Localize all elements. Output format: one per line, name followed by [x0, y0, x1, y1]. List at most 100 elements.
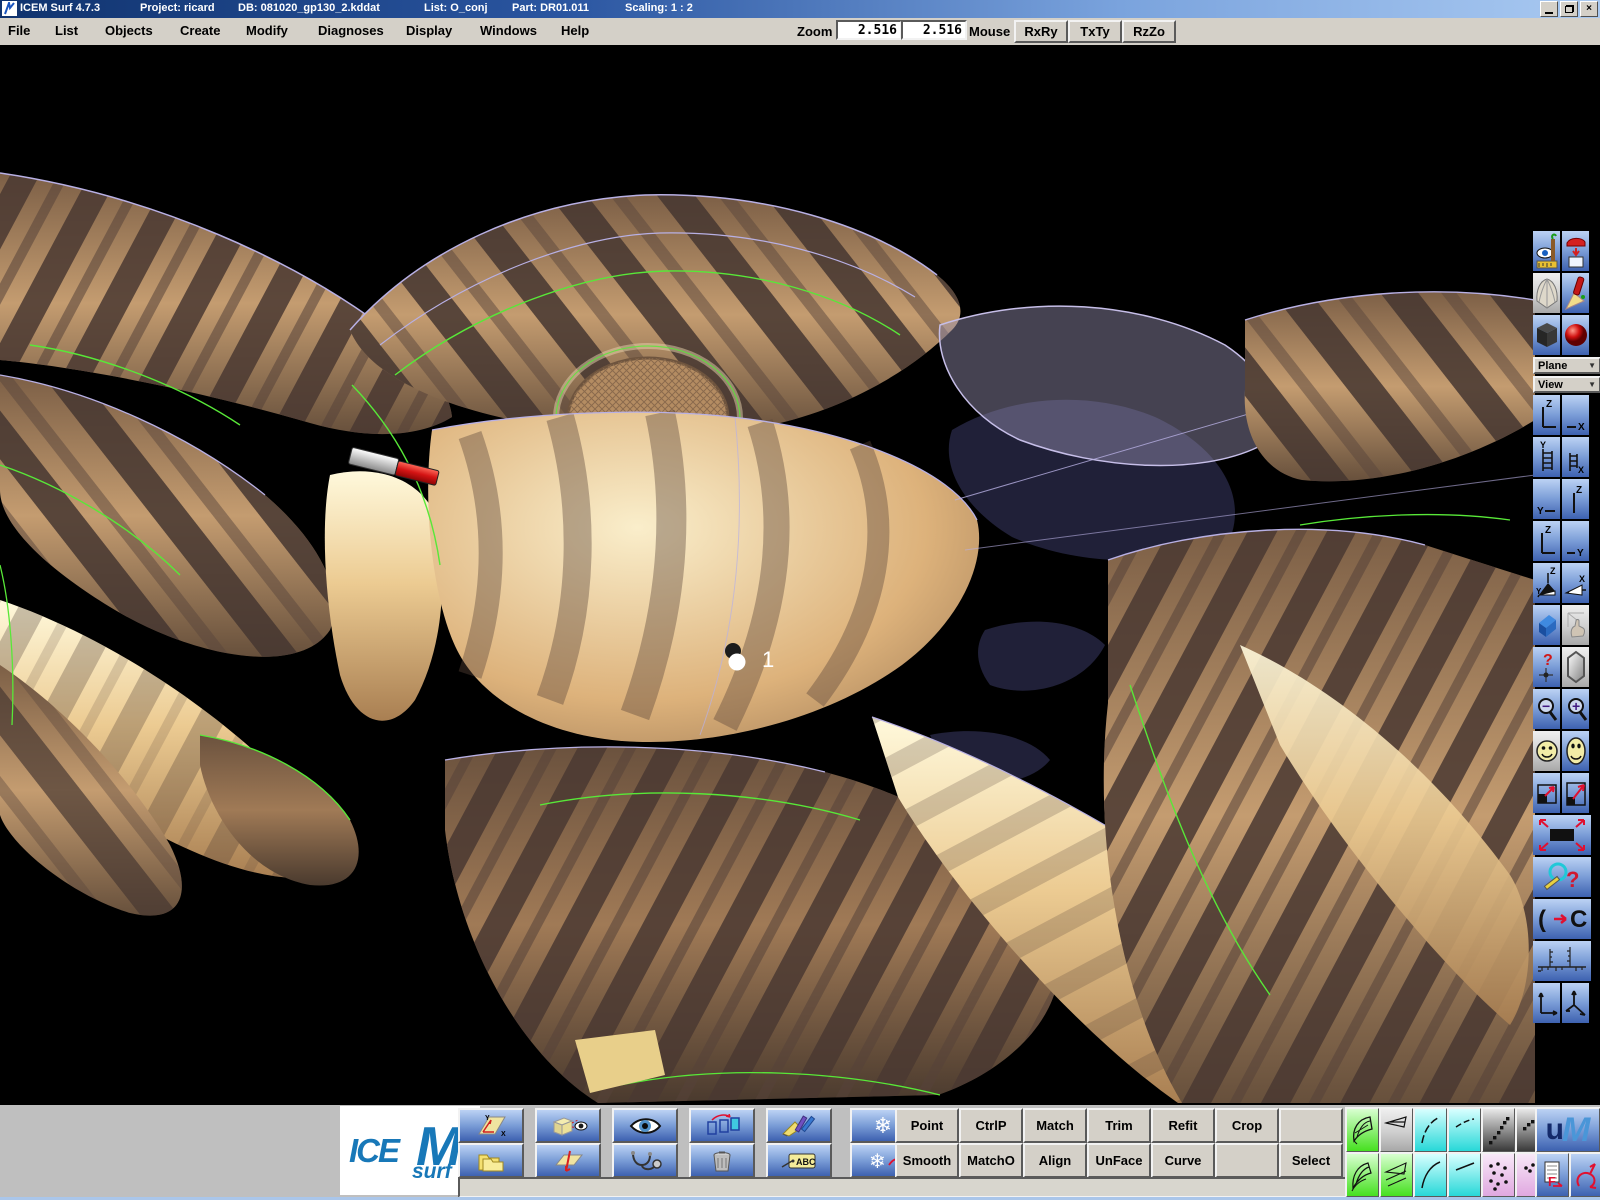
view-iso-right-button[interactable]: Y: [1562, 521, 1589, 561]
cmd-point-button[interactable]: Point: [895, 1108, 959, 1143]
mouse-mode-rxry[interactable]: RxRy: [1014, 20, 1068, 43]
surface-paint-button[interactable]: [1562, 273, 1589, 313]
zoom-input-2[interactable]: [901, 20, 967, 40]
workplane-button[interactable]: YX: [458, 1108, 524, 1143]
snowflake-icon: ❄: [874, 1115, 892, 1137]
box-visibility-button[interactable]: [535, 1108, 601, 1143]
eraser-button[interactable]: [1533, 605, 1560, 645]
view-3d-x-button[interactable]: X: [1562, 563, 1589, 603]
line-display-button[interactable]: [1447, 1152, 1482, 1198]
delete-trash-button[interactable]: [689, 1143, 755, 1178]
cmd-blank-1-button[interactable]: [1279, 1108, 1343, 1143]
mirror-button[interactable]: [1562, 647, 1589, 687]
view-3d-z-button[interactable]: ZY: [1533, 563, 1560, 603]
cmd-curve-button[interactable]: Curve: [1151, 1143, 1215, 1178]
shell-shading-button[interactable]: [1533, 273, 1560, 313]
restore-button[interactable]: [1560, 1, 1578, 17]
cmd-align-button[interactable]: Align: [1023, 1143, 1087, 1178]
menu-help[interactable]: Help: [561, 23, 589, 38]
measure-eye-button[interactable]: [1533, 231, 1560, 271]
axes-corner-button[interactable]: [1533, 983, 1560, 1023]
axes-rotated-button[interactable]: [1562, 983, 1589, 1023]
cut-plane-button[interactable]: [535, 1143, 601, 1178]
cmd-trim-button[interactable]: Trim: [1087, 1108, 1151, 1143]
cmd-ctrlp-button[interactable]: CtrlP: [959, 1108, 1023, 1143]
cmd-smooth-button[interactable]: Smooth: [895, 1143, 959, 1178]
svg-text:(: (: [1538, 906, 1546, 933]
cmd-blank-2-button[interactable]: [1215, 1143, 1279, 1178]
svg-text:X: X: [1578, 422, 1585, 433]
menu-windows[interactable]: Windows: [480, 23, 537, 38]
minimize-button[interactable]: [1540, 1, 1558, 17]
view-front-button[interactable]: Z: [1533, 395, 1560, 435]
mouse-mode-rzzo[interactable]: RzZo: [1122, 20, 1176, 43]
fit-view-button[interactable]: [1533, 815, 1591, 855]
menu-objects[interactable]: Objects: [105, 23, 153, 38]
mouse-mode-txty[interactable]: TxTy: [1068, 20, 1122, 43]
coordinate-ruler-button[interactable]: [1533, 941, 1591, 981]
curve-display-button[interactable]: [1413, 1107, 1448, 1153]
mesh-display-button[interactable]: [1379, 1107, 1414, 1153]
stretch-view-smiley-button[interactable]: [1562, 731, 1589, 771]
surfaces-display-button[interactable]: [1345, 1152, 1380, 1198]
view-bottom-button[interactable]: Z: [1562, 479, 1589, 519]
mesh-surfaces-display-button[interactable]: [1379, 1152, 1414, 1198]
titlebar[interactable]: ICEM Surf 4.7.3 Project: ricard DB: 0810…: [0, 0, 1600, 18]
menu-create[interactable]: Create: [180, 23, 220, 38]
open-db-button[interactable]: [458, 1143, 524, 1178]
scale-view-large-button[interactable]: [1562, 773, 1589, 813]
paint-tools-button[interactable]: [766, 1108, 832, 1143]
scale-view-small-button[interactable]: [1533, 773, 1560, 813]
view-left-button[interactable]: Y: [1533, 437, 1560, 477]
view-back-button[interactable]: Y: [1533, 479, 1560, 519]
curve-convert-button[interactable]: (C: [1533, 899, 1591, 939]
render-preview-button[interactable]: [1562, 231, 1589, 271]
cmd-unface-button[interactable]: UnFace: [1087, 1143, 1151, 1178]
icem-surf-window: ICEM Surf 4.7.3 Project: ricard DB: 0810…: [0, 0, 1600, 1200]
cube-view-button[interactable]: [1533, 315, 1560, 355]
zoom-input-1[interactable]: [836, 20, 902, 40]
sphere-view-button[interactable]: [1562, 315, 1589, 355]
transform-hand-button[interactable]: [1562, 605, 1589, 645]
redo-rotate-button[interactable]: [1569, 1152, 1600, 1198]
title-scaling: Scaling: 1 : 2: [625, 2, 693, 14]
app-icon: [2, 1, 17, 16]
chevron-down-icon: ▼: [1588, 381, 1596, 389]
cmd-crop-button[interactable]: Crop: [1215, 1108, 1279, 1143]
menu-file[interactable]: File: [8, 23, 30, 38]
menu-diagnoses[interactable]: Diagnoses: [318, 23, 384, 38]
segment-display-button[interactable]: [1447, 1107, 1482, 1153]
status-prompt-input[interactable]: [458, 1177, 1355, 1198]
curve2-display-button[interactable]: [1413, 1152, 1448, 1198]
identify-element-button[interactable]: ?: [1533, 647, 1560, 687]
menu-display[interactable]: Display: [406, 23, 452, 38]
name-tag-button[interactable]: ABC: [766, 1143, 832, 1178]
menu-modify[interactable]: Modify: [246, 23, 288, 38]
zoom-out-button[interactable]: −: [1533, 689, 1560, 729]
view-dropdown[interactable]: View ▼: [1533, 376, 1600, 393]
um-logo-button[interactable]: u M: [1535, 1107, 1600, 1153]
feature-list-button[interactable]: F: [1535, 1152, 1570, 1198]
surface-display-button[interactable]: [1345, 1107, 1380, 1153]
visibility-eye-button[interactable]: [612, 1108, 678, 1143]
reset-view-smiley-button[interactable]: [1533, 731, 1560, 771]
copy-objects-button[interactable]: [689, 1108, 755, 1143]
viewport-3d[interactable]: 1: [0, 45, 1535, 1105]
cmd-match-button[interactable]: Match: [1023, 1108, 1087, 1143]
menu-list[interactable]: List: [55, 23, 78, 38]
svg-text:Z: Z: [1545, 525, 1551, 536]
points-curve-display-button[interactable]: [1481, 1107, 1516, 1153]
svg-text:X: X: [1578, 465, 1584, 475]
scatter-points-display-button[interactable]: [1481, 1152, 1516, 1198]
cmd-select-button[interactable]: Select: [1279, 1143, 1343, 1178]
cmd-matcho-button[interactable]: MatchO: [959, 1143, 1023, 1178]
close-button[interactable]: ×: [1580, 1, 1598, 17]
cmd-refit-button[interactable]: Refit: [1151, 1108, 1215, 1143]
view-top-button[interactable]: X: [1562, 395, 1589, 435]
zoom-in-button[interactable]: +: [1562, 689, 1589, 729]
search-element-button[interactable]: ?: [1533, 857, 1591, 897]
diagnosis-button[interactable]: [612, 1143, 678, 1178]
plane-dropdown[interactable]: Plane ▼: [1533, 357, 1600, 374]
view-right-button[interactable]: X: [1562, 437, 1589, 477]
view-iso-left-button[interactable]: Z: [1533, 521, 1560, 561]
